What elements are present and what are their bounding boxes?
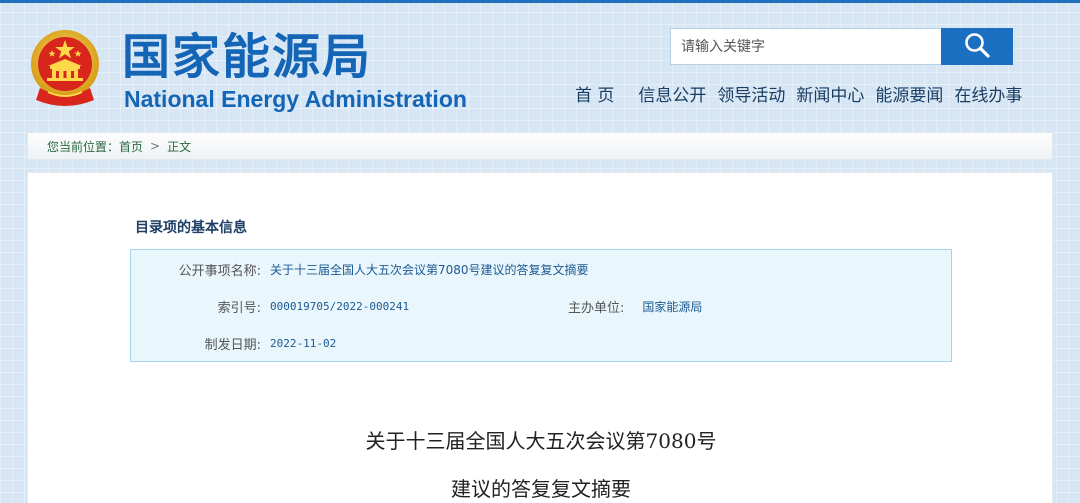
title-label: 公开事项名称: (178, 263, 261, 279)
search-button[interactable] (941, 28, 1013, 65)
info-row-org: 主办单位: 国家能源局 (568, 296, 702, 316)
search-icon (963, 31, 991, 62)
info-section-heading: 目录项的基本信息 (135, 220, 247, 236)
site-logo-text-en[interactable]: National Energy Administration (124, 86, 467, 112)
nav-item-info-disclosure[interactable]: 信息公开 (638, 84, 706, 108)
title-value: 关于十三届全国人大五次会议第7080号建议的答复复文摘要 (270, 262, 589, 277)
info-table: 公开事项名称: 关于十三届全国人大五次会议第7080号建议的答复复文摘要 索引号… (130, 249, 952, 362)
info-row-date: 制发日期: 2022-11-02 (131, 333, 337, 353)
nav-item-home[interactable]: 首 页 (575, 84, 614, 108)
site-logo-text-cn[interactable]: 国家能源局 (122, 30, 372, 84)
document-title-line-2: 建议的答复复文摘要 (451, 477, 631, 501)
breadcrumb-home-link[interactable]: 首页 (119, 138, 143, 155)
info-row-index: 索引号: 000019705/2022-000241 (131, 296, 409, 316)
breadcrumb-separator: > (150, 139, 161, 153)
search-input[interactable] (670, 28, 942, 65)
content-panel: 目录项的基本信息 公开事项名称: 关于十三届全国人大五次会议第7080号建议的答… (27, 172, 1053, 503)
top-accent-stripe (0, 0, 1080, 3)
org-value: 国家能源局 (642, 299, 703, 314)
document-title-line-1: 关于十三届全国人大五次会议第7080号 (365, 429, 717, 453)
date-label: 制发日期: (204, 337, 261, 353)
nav-item-leadership[interactable]: 领导活动 (717, 84, 785, 108)
breadcrumb-current: 正文 (167, 139, 192, 154)
main-nav: 首 页 信息公开 领导活动 新闻中心 能源要闻 在线办事 (575, 84, 1022, 108)
info-row-title: 公开事项名称: 关于十三届全国人大五次会议第7080号建议的答复复文摘要 (131, 259, 589, 279)
breadcrumb: 您当前位置： 首页 > 正文 (27, 132, 1053, 160)
breadcrumb-prefix: 您当前位置： (47, 139, 120, 154)
nav-item-online-services[interactable]: 在线办事 (954, 84, 1022, 108)
national-emblem-icon[interactable] (28, 28, 102, 106)
date-value: 2022-11-02 (270, 336, 337, 350)
nav-item-energy-news[interactable]: 能源要闻 (875, 84, 943, 108)
nav-item-news-center[interactable]: 新闻中心 (796, 84, 864, 108)
index-label: 索引号: (217, 300, 261, 316)
org-label: 主办单位: (568, 300, 625, 316)
index-value: 000019705/2022-000241 (270, 299, 410, 313)
